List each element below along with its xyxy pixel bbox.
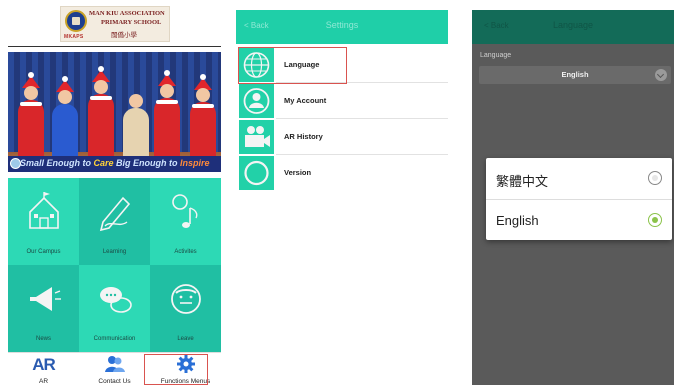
tile-news[interactable]: News — [8, 265, 79, 352]
video-camera-icon — [245, 126, 270, 147]
functions-menus-highlight — [144, 354, 208, 385]
tile-learning[interactable]: Learning — [79, 178, 150, 265]
settings-screen: < Back Settings Language My Account AR H… — [236, 10, 448, 385]
setting-ar-history[interactable]: AR History — [236, 119, 448, 155]
app-header: MKAPS MAN KIU ASSOCIATION PRIMARY SCHOOL… — [8, 0, 221, 48]
setting-label: AR History — [284, 132, 323, 141]
settings-title: Settings — [325, 20, 359, 30]
language-topbar: < Back Language — [472, 10, 674, 44]
contacts-icon — [105, 356, 125, 372]
tile-label: Communication — [93, 336, 136, 342]
tile-label: Leave — [177, 336, 194, 342]
home-screen: MKAPS MAN KIU ASSOCIATION PRIMARY SCHOOL… — [8, 0, 221, 385]
feature-grid: Our Campus Learning Activites News Commu… — [8, 178, 221, 352]
tile-label: Activites — [174, 249, 197, 255]
tile-our-campus[interactable]: Our Campus — [8, 178, 79, 265]
language-option-english[interactable]: English — [486, 199, 672, 241]
school-crest-icon — [65, 10, 87, 32]
user-icon — [243, 88, 270, 114]
setting-version[interactable]: Version — [236, 155, 448, 191]
language-screen: < Back Language Language English 繁體中文 En… — [472, 10, 674, 385]
chat-bubbles-icon — [100, 287, 132, 313]
pencil-icon — [99, 196, 131, 232]
language-selected-value: English — [561, 70, 589, 79]
setting-label: My Account — [284, 96, 327, 105]
ar-text-icon: AR — [32, 355, 56, 374]
crest-text: MKAPS — [64, 34, 84, 40]
music-note-icon — [172, 194, 198, 228]
banner-photo: Small Enough to Care Big Enough to Inspi… — [8, 52, 221, 172]
slogan-text: Small Enough to Care Big Enough to Inspi… — [20, 158, 210, 168]
school-building-icon — [29, 192, 59, 229]
tile-leave[interactable]: Leave — [150, 265, 221, 352]
school-name-line1: MAN KIU ASSOCIATION — [89, 10, 165, 17]
language-dialog: 繁體中文 English — [486, 158, 672, 240]
language-highlight — [238, 47, 347, 84]
nav-label: AR — [38, 378, 49, 385]
header-divider — [8, 46, 221, 47]
language-field-label: Language — [480, 52, 512, 59]
tile-label: News — [35, 336, 51, 342]
school-logo: MKAPS MAN KIU ASSOCIATION PRIMARY SCHOOL… — [60, 6, 170, 42]
nav-contact-us[interactable]: Contact Us — [79, 353, 150, 385]
tile-communication[interactable]: Communication — [79, 265, 150, 352]
setting-my-account[interactable]: My Account — [236, 83, 448, 119]
nav-label: Contact Us — [98, 378, 131, 385]
chevron-down-icon — [655, 69, 667, 81]
radio-selected[interactable] — [648, 213, 662, 227]
school-chinese-name: 閩僑小學 — [111, 32, 137, 39]
school-name-line2: PRIMARY SCHOOL — [101, 19, 162, 26]
tile-label: Learning — [102, 249, 127, 255]
option-label: 繁體中文 — [496, 174, 549, 189]
slogan-bar: Small Enough to Care Big Enough to Inspi… — [8, 156, 221, 172]
circle-icon — [244, 160, 269, 186]
megaphone-icon — [30, 287, 61, 311]
option-label: English — [496, 213, 539, 228]
tile-activities[interactable]: Activites — [150, 178, 221, 265]
settings-topbar: < Back Settings — [236, 10, 448, 44]
nav-ar[interactable]: AR AR — [8, 353, 79, 385]
language-title: Language — [552, 20, 594, 30]
tile-label: Our Campus — [26, 249, 61, 255]
language-select[interactable]: English — [479, 66, 671, 84]
setting-label: Version — [284, 168, 312, 177]
sick-face-icon — [171, 284, 201, 314]
language-option-traditional-chinese[interactable]: 繁體中文 — [486, 158, 672, 199]
radio-unselected[interactable] — [648, 171, 662, 185]
